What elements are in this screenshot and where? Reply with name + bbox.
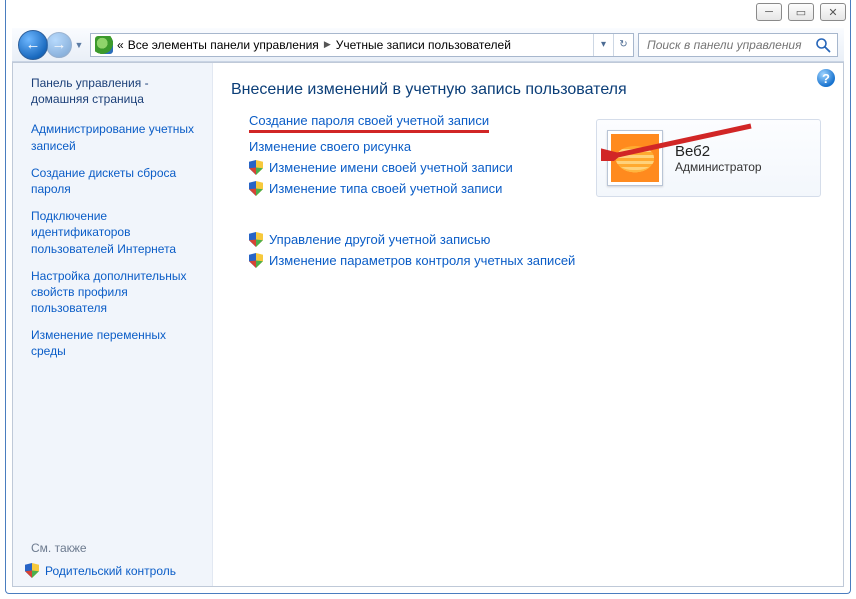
user-account-card: Веб2 Администратор <box>596 119 821 197</box>
user-name: Веб2 <box>675 143 762 160</box>
see-also-label: См. также <box>31 541 200 555</box>
avatar <box>607 130 663 186</box>
see-also-link[interactable]: Родительский контроль <box>25 563 200 578</box>
address-bar[interactable]: « Все элементы панели управления ▶ Учетн… <box>90 33 634 57</box>
close-button[interactable]: ✕ <box>820 3 846 21</box>
main-panel: ? Внесение изменений в учетную запись по… <box>213 63 843 586</box>
task-link-label: Изменение параметров контроля учетных за… <box>269 253 575 268</box>
nav-back-button[interactable]: ← <box>18 30 48 60</box>
arrow-right-icon: → <box>52 37 67 52</box>
shield-icon <box>25 563 39 578</box>
shield-icon <box>249 232 263 247</box>
breadcrumb-segment[interactable]: Все элементы панели управления <box>128 38 319 52</box>
page-title: Внесение изменений в учетную запись поль… <box>231 81 825 99</box>
search-input[interactable] <box>645 37 815 53</box>
maximize-button[interactable]: ▭ <box>788 3 814 21</box>
task-link-manage-other[interactable]: Управление другой учетной записью <box>249 232 825 247</box>
window-frame: ← → ▼ « Все элементы панели управления ▶… <box>5 0 851 594</box>
control-panel-icon <box>95 36 113 54</box>
toolbar: ← → ▼ « Все элементы панели управления ▶… <box>12 28 844 62</box>
sidebar-item[interactable]: Администрирование учетных записей <box>31 121 200 153</box>
task-link-group: Управление другой учетной записью Измене… <box>249 232 825 268</box>
task-link-label: Изменение типа своей учетной записи <box>269 181 502 196</box>
shield-icon <box>249 253 263 268</box>
shield-icon <box>249 160 263 175</box>
minimize-button[interactable]: ─ <box>756 3 782 21</box>
help-button[interactable]: ? <box>817 69 835 87</box>
arrow-left-icon: ← <box>26 37 41 52</box>
address-dropdown[interactable]: ▾ <box>593 34 613 56</box>
sidebar-home-link[interactable]: Панель управления - домашняя страница <box>31 75 200 107</box>
content-body: Панель управления - домашняя страница Ад… <box>12 62 844 587</box>
see-also-link-label: Родительский контроль <box>45 564 176 578</box>
chevron-right-icon[interactable]: ▶ <box>324 39 331 50</box>
shield-icon <box>249 181 263 196</box>
sidebar-item[interactable]: Создание дискеты сброса пароля <box>31 165 200 197</box>
task-link-uac-settings[interactable]: Изменение параметров контроля учетных за… <box>249 253 825 268</box>
nav-history-dropdown[interactable]: ▼ <box>72 32 86 58</box>
task-link-label: Изменение имени своей учетной записи <box>269 160 513 175</box>
sidebar-item[interactable]: Изменение переменных среды <box>31 327 200 359</box>
task-link-label: Управление другой учетной записью <box>269 232 490 247</box>
sidebar-item[interactable]: Настройка дополнительных свойств профиля… <box>31 268 200 317</box>
search-icon <box>815 37 831 53</box>
breadcrumb-segment[interactable]: Учетные записи пользователей <box>336 38 511 52</box>
task-link-label: Создание пароля своей учетной записи <box>249 113 489 133</box>
task-link-label: Изменение своего рисунка <box>249 139 411 154</box>
search-box[interactable] <box>638 33 838 57</box>
breadcrumb-prefix: « <box>117 38 124 52</box>
refresh-button[interactable]: ↻ <box>613 34 633 56</box>
user-role: Администратор <box>675 160 762 174</box>
nav-forward-button[interactable]: → <box>46 32 72 58</box>
sidebar-item[interactable]: Подключение идентификаторов пользователе… <box>31 208 200 257</box>
sidebar: Панель управления - домашняя страница Ад… <box>13 63 213 586</box>
avatar-image <box>611 134 659 182</box>
